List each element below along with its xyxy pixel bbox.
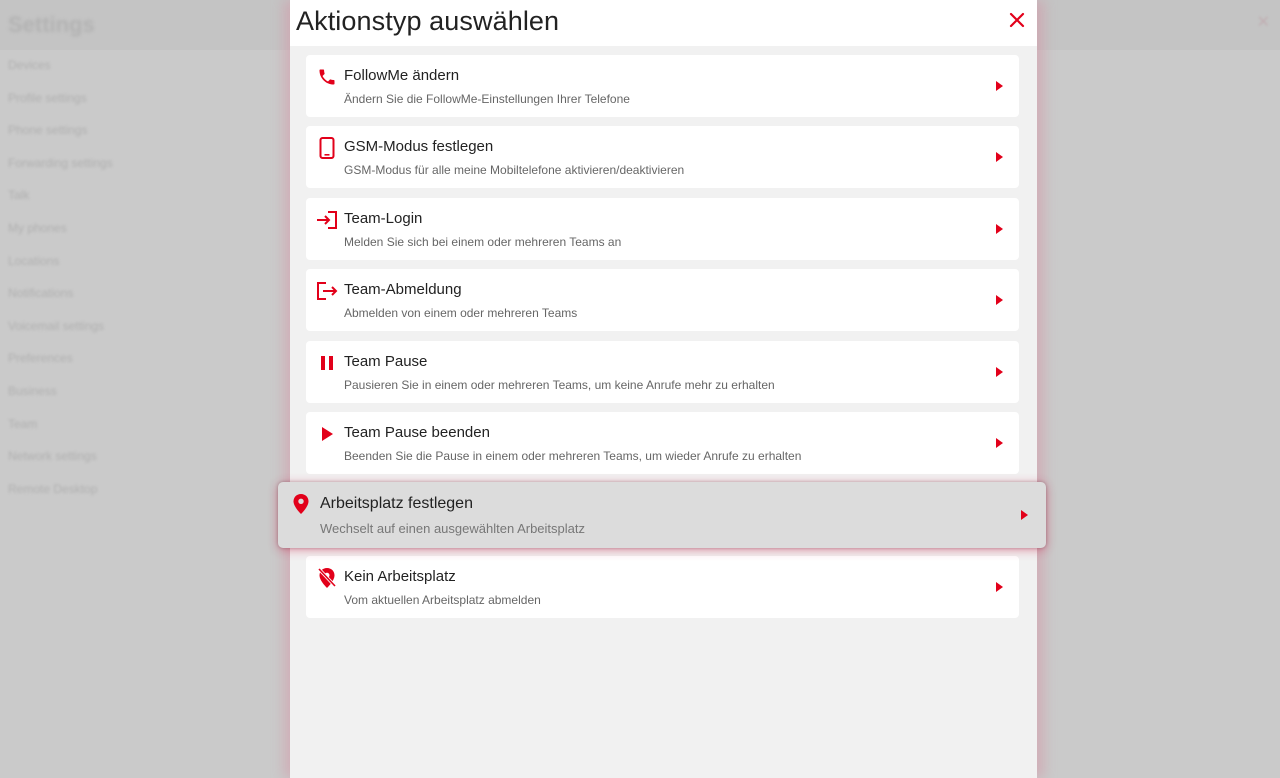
pause-icon [316, 352, 338, 374]
action-no-workplace[interactable]: Kein Arbeitsplatz Vom aktuellen Arbeitsp… [306, 556, 1019, 618]
action-team-login[interactable]: Team-Login Melden Sie sich bei einem ode… [306, 198, 1019, 260]
background-title: Settings [8, 12, 95, 37]
action-set-workplace[interactable]: Arbeitsplatz festlegen Wechselt auf eine… [278, 482, 1046, 548]
action-description: Vom aktuellen Arbeitsplatz abmelden [344, 593, 541, 607]
action-title: GSM-Modus festlegen [344, 138, 494, 155]
action-title: Team-Abmeldung [344, 281, 462, 298]
dialog-title: Aktionstyp auswählen [296, 6, 560, 36]
phone-icon [316, 66, 338, 88]
background-close-icon: ✕ [1256, 14, 1270, 31]
action-type-dialog: Aktionstyp auswählen FollowMe ändern Änd… [278, 0, 1046, 778]
close-icon [1009, 12, 1025, 28]
location-off-icon [316, 567, 338, 589]
background-menu-item: Preferences [8, 351, 73, 366]
action-description: GSM-Modus für alle meine Mobiltelefone a… [344, 163, 685, 177]
action-title: Kein Arbeitsplatz [344, 568, 456, 585]
background-menu-item: Devices [8, 58, 51, 72]
action-description: Wechselt auf einen ausgewählten Arbeitsp… [320, 521, 585, 536]
action-title: Arbeitsplatz festlegen [320, 495, 473, 512]
chevron-right-icon [995, 152, 1003, 162]
action-followme[interactable]: FollowMe ändern Ändern Sie die FollowMe-… [306, 55, 1019, 117]
background-menu-item: Business [8, 383, 57, 398]
chevron-right-icon [995, 438, 1003, 448]
background-menu-item: Profile settings [8, 90, 87, 105]
mobile-phone-icon [316, 137, 338, 159]
action-description: Melden Sie sich bei einem oder mehreren … [344, 235, 622, 249]
action-team-logout[interactable]: Team-Abmeldung Abmelden von einem oder m… [306, 269, 1019, 331]
action-title: Team Pause [344, 353, 428, 370]
background-menu-item: Remote Desktop [8, 481, 98, 496]
background-menu-item: Forwarding settings [8, 155, 113, 170]
action-team-pause[interactable]: Team Pause Pausieren Sie in einem oder m… [306, 341, 1019, 403]
background-menu: Devices Profile settings Phone settings … [8, 55, 113, 511]
action-title: Team Pause beenden [344, 424, 490, 441]
background-menu-item: Notifications [8, 286, 74, 301]
action-description: Pausieren Sie in einem oder mehreren Tea… [344, 378, 775, 392]
chevron-right-icon [995, 582, 1003, 592]
chevron-right-icon [995, 224, 1003, 234]
background-menu-item: Phone settings [8, 123, 88, 138]
background-menu-item: Voicemail settings [8, 318, 105, 333]
background-menu-item: Network settings [8, 449, 97, 464]
play-icon [316, 423, 338, 445]
logout-icon [316, 280, 338, 302]
action-title: Team-Login [344, 210, 423, 227]
login-icon [316, 209, 338, 231]
action-description: Ändern Sie die FollowMe-Einstellungen Ih… [344, 92, 630, 106]
background-menu-item: Talk [8, 188, 30, 203]
action-description: Beenden Sie die Pause in einem oder mehr… [344, 449, 802, 463]
location-pin-icon [290, 493, 312, 515]
chevron-right-icon [995, 295, 1003, 305]
chevron-right-icon [995, 367, 1003, 377]
dialog-header: Aktionstyp auswählen [290, 0, 1037, 46]
chevron-right-icon [1020, 510, 1028, 520]
action-team-pause-end[interactable]: Team Pause beenden Beenden Sie die Pause… [306, 412, 1019, 474]
background-menu-item: Locations [8, 253, 60, 268]
action-title: FollowMe ändern [344, 67, 460, 84]
background-menu-item: My phones [8, 220, 67, 235]
close-button[interactable] [1005, 8, 1029, 32]
chevron-right-icon [995, 81, 1003, 91]
action-description: Abmelden von einem oder mehreren Teams [344, 306, 578, 320]
action-gsm-mode[interactable]: GSM-Modus festlegen GSM-Modus für alle m… [306, 126, 1019, 188]
background-menu-item: Team [8, 416, 38, 431]
